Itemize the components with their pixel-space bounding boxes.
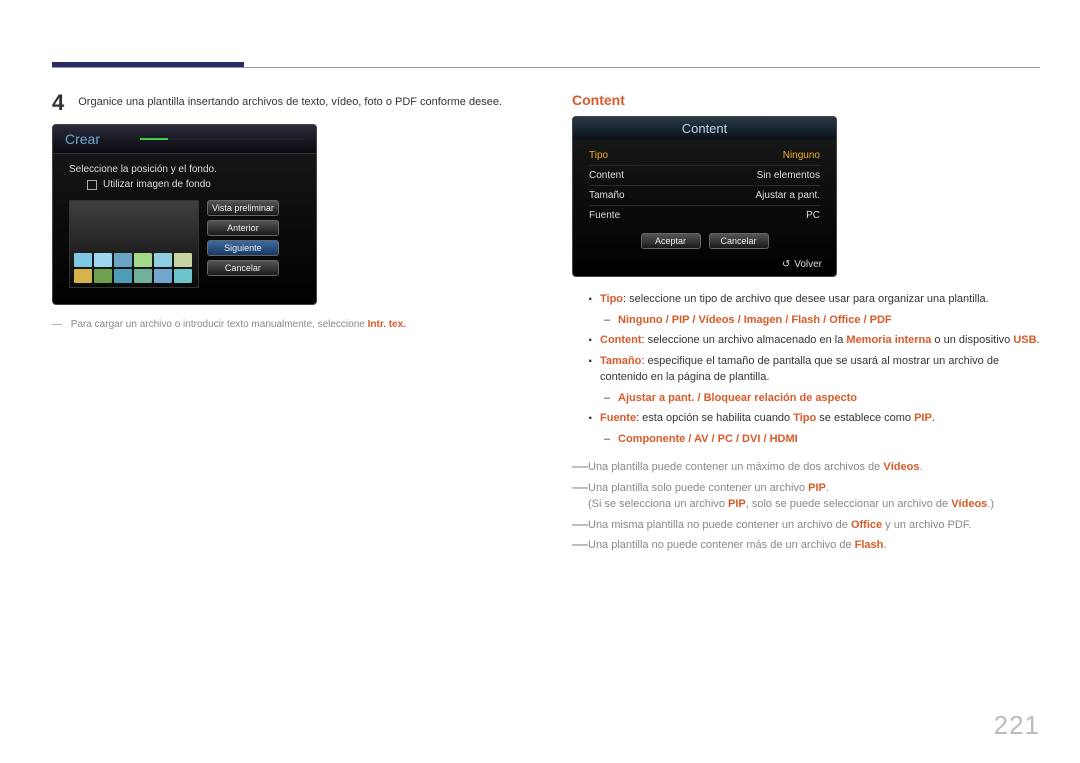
cancel-button[interactable]: Cancelar xyxy=(207,260,279,276)
next-button[interactable]: Siguiente xyxy=(207,240,279,256)
page-content: 4 Organice una plantilla insertando arch… xyxy=(52,92,1040,558)
checkbox-icon xyxy=(87,180,97,190)
accept-button[interactable]: Aceptar xyxy=(641,233,701,249)
previous-button[interactable]: Anterior xyxy=(207,220,279,236)
crear-titlebar: Crear xyxy=(53,125,316,154)
checkbox-label: Utilizar imagen de fondo xyxy=(103,179,211,190)
return-icon: ↻ xyxy=(782,259,790,270)
crear-title: Crear xyxy=(65,131,100,147)
content-dialog-screenshot: Content Tipo Ninguno Content Sin element… xyxy=(572,116,837,277)
progress-bar xyxy=(140,138,304,140)
row-tamano[interactable]: Tamaño Ajustar a pant. xyxy=(589,186,820,206)
tamano-options: Ajustar a pant. / Bloquear relación de a… xyxy=(618,392,857,404)
use-bg-image-checkbox[interactable]: Utilizar imagen de fondo xyxy=(87,179,300,190)
row-tipo[interactable]: Tipo Ninguno xyxy=(589,146,820,166)
content-bullets: Tipo: seleccione un tipo de archivo que … xyxy=(572,291,1040,447)
row-fuente[interactable]: Fuente PC xyxy=(589,206,820,225)
step-4: 4 Organice una plantilla insertando arch… xyxy=(52,92,502,114)
preview-button[interactable]: Vista preliminar xyxy=(207,200,279,216)
bullet-content: Content: seleccione un archivo almacenad… xyxy=(600,332,1040,349)
step-number: 4 xyxy=(52,92,64,114)
header-separator xyxy=(52,67,1040,68)
crear-subtitle: Seleccione la posición y el fondo. xyxy=(69,164,300,175)
layout-preview xyxy=(69,200,199,288)
crear-dialog-screenshot: Crear Seleccione la posición y el fondo.… xyxy=(52,124,317,305)
row-content[interactable]: Content Sin elementos xyxy=(589,166,820,186)
content-dialog-title: Content xyxy=(573,117,836,140)
tipo-options: Ninguno / PIP / Vídeos / Imagen / Flash … xyxy=(618,314,892,326)
return-row[interactable]: ↻Volver xyxy=(573,257,836,276)
content-notes: ―Una plantilla puede contener un máximo … xyxy=(572,459,1040,554)
bullet-tamano: Tamaño: especifique el tamaño de pantall… xyxy=(600,353,1040,407)
bullet-fuente: Fuente: esta opción se habilita cuando T… xyxy=(600,410,1040,447)
page-number: 221 xyxy=(994,710,1040,741)
step-text: Organice una plantilla insertando archiv… xyxy=(78,92,502,114)
bullet-tipo: Tipo: seleccione un tipo de archivo que … xyxy=(600,291,1040,328)
content-heading: Content xyxy=(572,92,1040,108)
fuente-options: Componente / AV / PC / DVI / HDMI xyxy=(618,433,798,445)
left-footnote: ― Para cargar un archivo o introducir te… xyxy=(52,319,502,330)
dialog-cancel-button[interactable]: Cancelar xyxy=(709,233,769,249)
